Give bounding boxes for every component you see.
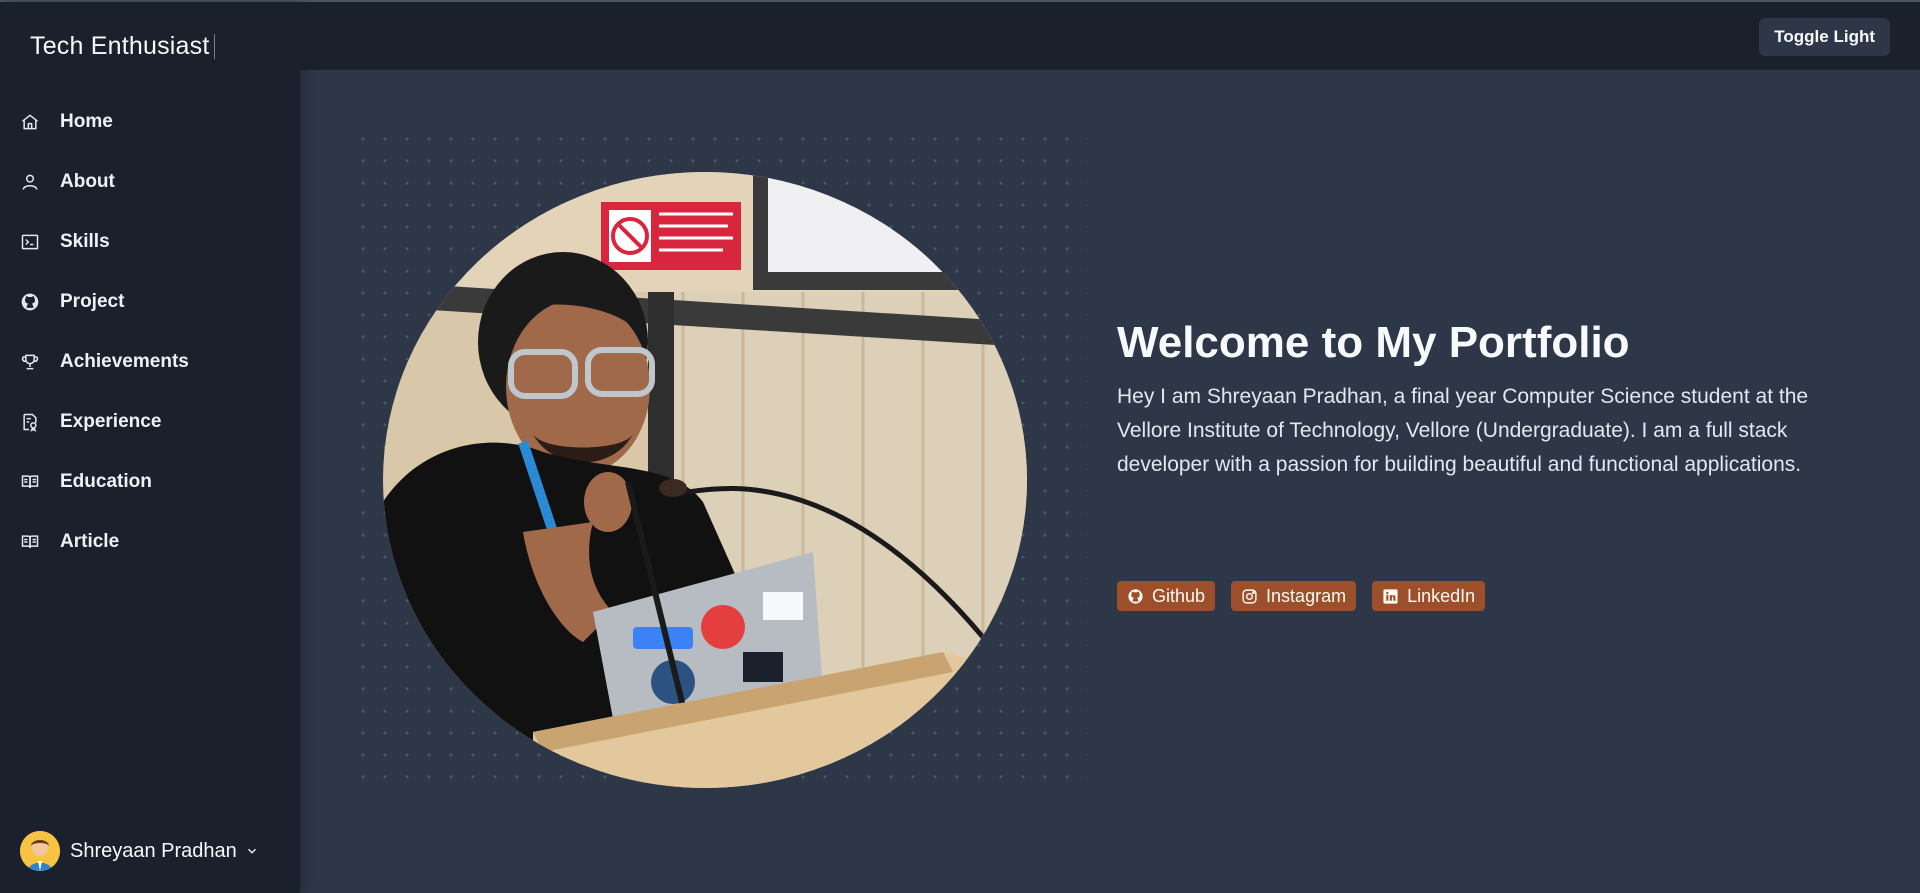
sidebar-item-project[interactable]: Project <box>0 272 300 332</box>
home-icon <box>20 112 40 132</box>
book-open-icon <box>20 472 40 492</box>
trophy-icon <box>20 352 40 372</box>
sidebar-item-experience[interactable]: Experience <box>0 392 300 452</box>
sidebar-item-label: Education <box>60 471 152 492</box>
typing-cursor <box>213 34 215 59</box>
file-certificate-icon <box>20 412 40 432</box>
sidebar: Tech Enthusiast Home About Skills Projec… <box>0 2 300 893</box>
linkedin-button[interactable]: LinkedIn <box>1372 581 1486 611</box>
github-icon <box>20 292 40 312</box>
github-label: Github <box>1152 585 1206 606</box>
sidebar-item-about[interactable]: About <box>0 152 300 212</box>
sidebar-item-label: Achievements <box>60 351 189 372</box>
page-title: Welcome to My Portfolio <box>1117 318 1630 367</box>
profile-photo <box>383 172 1027 788</box>
sidebar-item-home[interactable]: Home <box>0 92 300 152</box>
hero-description: Hey I am Shreyaan Pradhan, a final year … <box>1117 385 1809 476</box>
instagram-icon <box>1241 588 1258 605</box>
user-menu[interactable]: Shreyaan Pradhan <box>20 830 259 872</box>
sidebar-item-achievements[interactable]: Achievements <box>0 332 300 392</box>
linkedin-icon <box>1382 588 1399 605</box>
avatar-icon <box>20 831 60 871</box>
instagram-label: Instagram <box>1266 585 1347 606</box>
social-links: Github Instagram LinkedIn <box>1117 581 1486 611</box>
hero-section: Welcome to My Portfolio Hey I am Shreyaa… <box>1117 318 1877 482</box>
brand-title[interactable]: Tech Enthusiast <box>30 32 215 61</box>
sidebar-item-label: Article <box>60 531 120 552</box>
instagram-button[interactable]: Instagram <box>1231 581 1357 611</box>
github-icon <box>1127 588 1144 605</box>
top-bar: Toggle Light <box>300 2 1920 70</box>
sidebar-item-skills[interactable]: Skills <box>0 212 300 272</box>
sidebar-item-education[interactable]: Education <box>0 452 300 512</box>
github-button[interactable]: Github <box>1117 581 1216 611</box>
user-name: Shreyaan Pradhan <box>70 839 237 862</box>
brand-text: Tech Enthusiast <box>30 32 210 60</box>
chevron-down-icon <box>245 844 259 858</box>
sidebar-item-article[interactable]: Article <box>0 512 300 572</box>
sidebar-item-label: Home <box>60 111 113 132</box>
sidebar-item-label: Experience <box>60 411 162 432</box>
toggle-theme-button[interactable]: Toggle Light <box>1759 18 1890 56</box>
terminal-icon <box>20 232 40 252</box>
linkedin-label: LinkedIn <box>1407 585 1476 606</box>
book-open-icon <box>20 532 40 552</box>
sidebar-item-label: Project <box>60 291 125 312</box>
sidebar-item-label: About <box>60 171 115 192</box>
sidebar-nav: Home About Skills Project Achievements E… <box>0 92 300 572</box>
user-icon <box>20 172 40 192</box>
sidebar-item-label: Skills <box>60 231 110 252</box>
